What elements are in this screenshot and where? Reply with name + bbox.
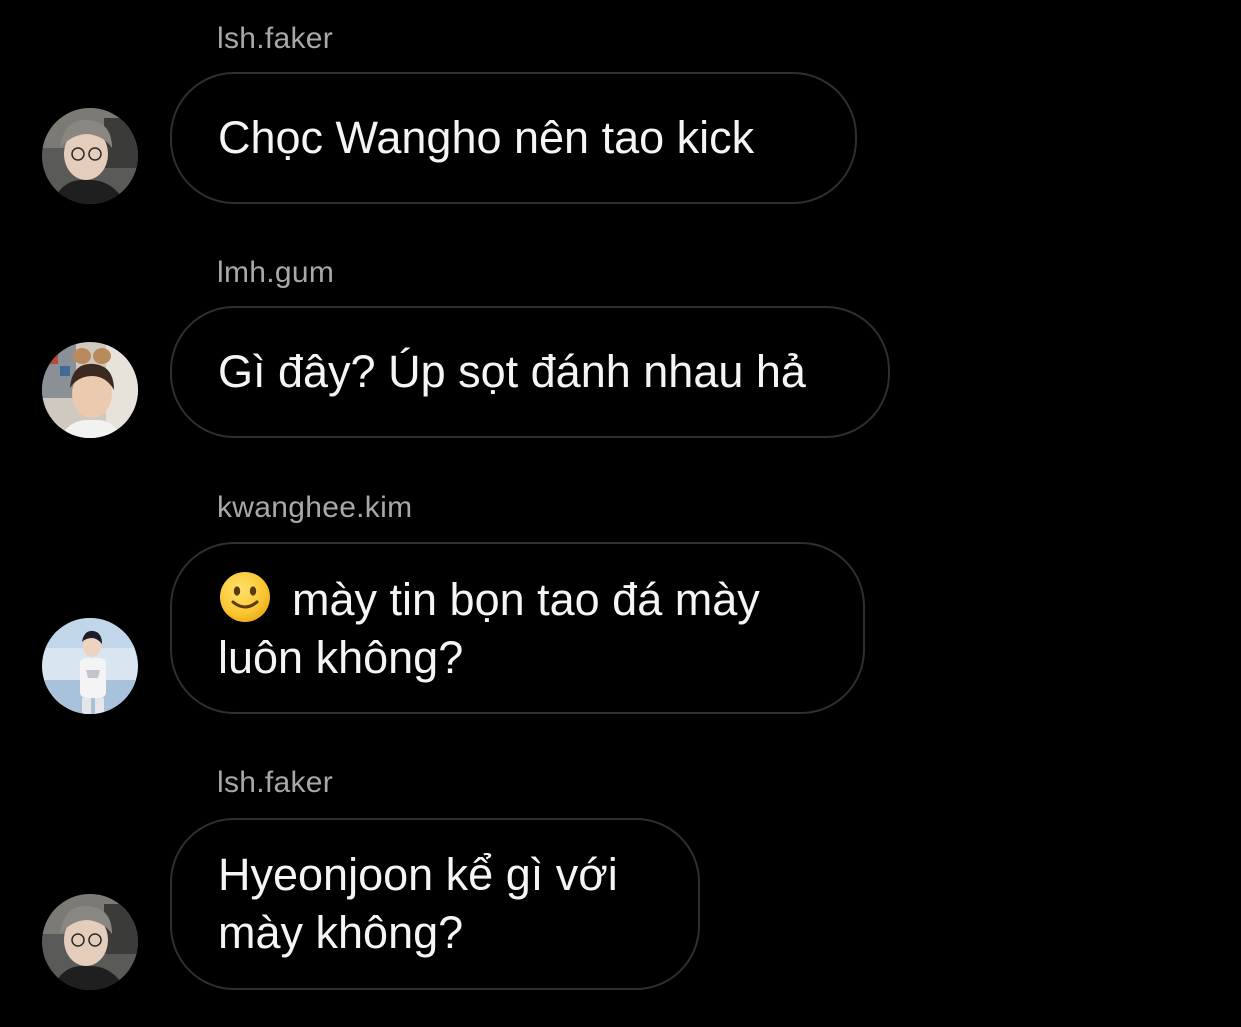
message-bubble[interactable]: Hyeonjoon kể gì với mày không? xyxy=(170,818,700,990)
message-bubble[interactable]: mày tin bọn tao đá mày luôn không? xyxy=(170,542,865,714)
message-bubble[interactable]: Chọc Wangho nên tao kick xyxy=(170,72,857,204)
avatar-kwanghee[interactable] xyxy=(42,618,138,714)
sender-name[interactable]: lsh.faker xyxy=(217,21,333,57)
sender-name[interactable]: kwanghee.kim xyxy=(217,490,412,526)
faker-avatar-icon xyxy=(42,894,138,990)
message-text-body: mày tin bọn tao đá mày luôn không? xyxy=(218,573,760,683)
sender-name[interactable]: lmh.gum xyxy=(217,255,334,291)
slightly-smiling-face-icon xyxy=(220,571,270,622)
faker-avatar-icon xyxy=(42,108,138,204)
kwanghee-avatar-icon xyxy=(42,618,138,714)
message-text: Hyeonjoon kể gì với mày không? xyxy=(218,849,618,958)
avatar-gumayusi[interactable] xyxy=(42,342,138,438)
message-text: mày tin bọn tao đá mày luôn không? xyxy=(218,570,760,687)
avatar-faker[interactable] xyxy=(42,108,138,204)
message-text: Chọc Wangho nên tao kick xyxy=(218,112,755,163)
message-text: Gì đây? Úp sọt đánh nhau hả xyxy=(218,346,806,397)
message-bubble[interactable]: Gì đây? Úp sọt đánh nhau hả xyxy=(170,306,890,438)
gumayusi-avatar-icon xyxy=(42,342,138,438)
sender-name[interactable]: lsh.faker xyxy=(217,765,333,801)
avatar-faker[interactable] xyxy=(42,894,138,990)
